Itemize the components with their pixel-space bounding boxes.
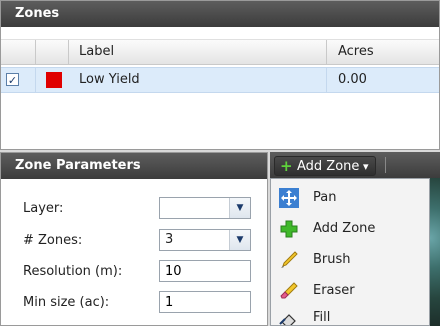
layer-select[interactable]: ▼ bbox=[159, 197, 251, 219]
add-zone-button-label: Add Zone bbox=[297, 159, 360, 174]
table-row[interactable]: ✓ Low Yield 0.00 bbox=[1, 67, 439, 93]
menu-item-fill[interactable]: Fill bbox=[271, 307, 429, 325]
chevron-down-icon[interactable]: ▼ bbox=[229, 230, 250, 250]
label-column-header[interactable]: Label bbox=[69, 40, 327, 64]
menu-item-pan[interactable]: Pan bbox=[271, 183, 429, 213]
pan-icon bbox=[279, 188, 299, 208]
brush-icon bbox=[281, 251, 298, 268]
menu-item-fill-label: Fill bbox=[313, 310, 331, 325]
menu-item-add-zone[interactable]: Add Zone bbox=[271, 214, 429, 244]
menu-item-brush[interactable]: Brush bbox=[271, 245, 429, 275]
menu-item-add-zone-label: Add Zone bbox=[313, 221, 376, 236]
zones-count-label: # Zones: bbox=[23, 233, 83, 248]
zones-count-select[interactable]: 3 ▼ bbox=[159, 229, 251, 251]
zones-panel-title: Zones bbox=[1, 1, 439, 27]
zones-grid-header: Label Acres bbox=[1, 39, 439, 65]
min-size-input[interactable] bbox=[159, 291, 251, 313]
zone-parameters-panel: Zone Parameters Layer: ▼ # Zones: 3 ▼ Re… bbox=[0, 152, 268, 326]
checkbox-cell: ✓ bbox=[1, 68, 36, 92]
zones-panel: Zones Label Acres ✓ Low Yield 0.00 bbox=[0, 0, 440, 150]
zones-count-value: 3 bbox=[165, 232, 174, 247]
menu-item-brush-label: Brush bbox=[313, 252, 351, 267]
menu-item-eraser-label: Eraser bbox=[313, 283, 355, 298]
add-icon bbox=[280, 220, 298, 238]
chevron-down-icon[interactable]: ▼ bbox=[229, 198, 250, 218]
zone-parameters-title: Zone Parameters bbox=[1, 153, 267, 179]
acres-column-header[interactable]: Acres bbox=[328, 40, 439, 64]
zone-color-swatch[interactable] bbox=[46, 72, 62, 88]
zone-acres-cell: 0.00 bbox=[338, 72, 367, 87]
resolution-input[interactable] bbox=[159, 260, 251, 282]
dropdown-arrow-icon: ▾ bbox=[363, 160, 369, 173]
layer-label: Layer: bbox=[23, 201, 64, 216]
add-icon: + bbox=[280, 157, 293, 175]
fill-icon bbox=[279, 314, 296, 325]
map-toolbar: + Add Zone ▾ bbox=[270, 152, 440, 178]
toolbar-divider bbox=[385, 157, 386, 173]
zone-visible-checkbox[interactable]: ✓ bbox=[6, 73, 19, 87]
checkbox-column-header[interactable] bbox=[1, 40, 36, 64]
eraser-icon bbox=[280, 282, 298, 299]
color-column-header[interactable] bbox=[36, 40, 69, 64]
menu-item-pan-label: Pan bbox=[313, 190, 337, 205]
menu-item-eraser[interactable]: Eraser bbox=[271, 276, 429, 306]
min-size-label: Min size (ac): bbox=[23, 295, 110, 310]
resolution-label: Resolution (m): bbox=[23, 264, 123, 279]
add-zone-tool-menu: Pan Add Zone Brush Eraser Fill bbox=[270, 178, 430, 326]
zone-label-cell[interactable]: Low Yield bbox=[69, 68, 327, 92]
add-zone-button[interactable]: + Add Zone ▾ bbox=[274, 156, 376, 176]
